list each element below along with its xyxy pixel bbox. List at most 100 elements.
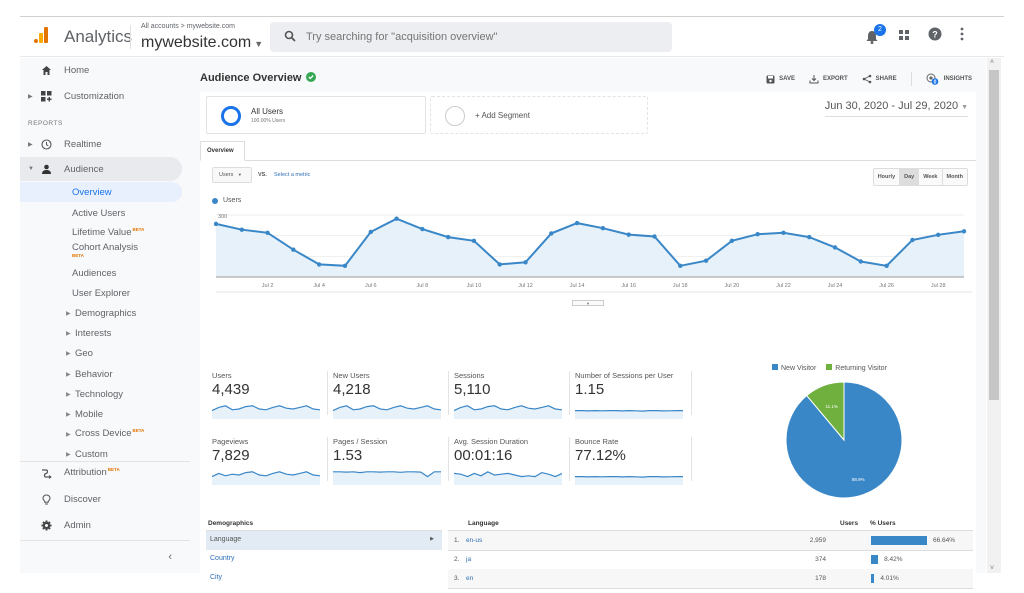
period-month-button[interactable]: Month <box>942 169 967 185</box>
kpi-new-users[interactable]: New Users 4,218 <box>331 371 449 429</box>
sidebar-item-overview[interactable]: Overview <box>20 182 182 202</box>
data-point-jul-20[interactable] <box>729 238 735 244</box>
account-selector[interactable]: mywebsite.com ▼ <box>141 34 263 52</box>
sidebar-item-lifetime-value[interactable]: Lifetime ValueBETA <box>20 223 182 243</box>
users-column-header[interactable]: Users <box>840 520 858 527</box>
sidebar-item-attribution[interactable]: AttributionBETA <box>20 461 182 485</box>
data-point-jul-19[interactable] <box>703 258 709 263</box>
data-point-jun-30[interactable] <box>213 221 219 227</box>
sidebar-item-cohort-analysis[interactable]: Cohort Analysis BETA <box>20 241 182 263</box>
period-day-button[interactable]: Day <box>900 169 920 185</box>
data-point-jul-28[interactable] <box>936 232 941 238</box>
data-point-jul-13[interactable] <box>549 231 554 236</box>
language-link[interactable]: en <box>466 575 473 582</box>
select-metric-link[interactable]: Select a metric <box>274 172 310 178</box>
vertical-scrollbar[interactable]: ˄ ˅ <box>987 58 1001 573</box>
date-range-picker[interactable]: Jun 30, 2020 - Jul 29, 2020 ▼ <box>824 100 968 117</box>
more-vert-icon[interactable] <box>960 27 964 46</box>
data-point-jul-6[interactable] <box>368 229 373 235</box>
sidebar-item-active-users[interactable]: Active Users <box>20 203 182 223</box>
chart-scroll-handle[interactable]: ▼ <box>572 300 604 306</box>
sidebar-item-audiences[interactable]: Audiences <box>20 263 182 283</box>
data-point-jul-1[interactable] <box>239 227 244 232</box>
data-point-jul-9[interactable] <box>445 234 451 240</box>
demographics-item-city[interactable]: City <box>206 569 442 588</box>
sidebar-item-realtime[interactable]: ▶ Realtime <box>20 132 182 156</box>
legend-returning-visitor[interactable]: Returning Visitor <box>826 364 887 372</box>
data-point-jul-2[interactable] <box>265 230 270 235</box>
data-point-jul-10[interactable] <box>471 238 477 244</box>
add-segment-button[interactable]: + Add Segment <box>430 96 648 134</box>
account-breadcrumb[interactable]: All accounts > mywebsite.com <box>141 23 235 30</box>
data-point-jul-21[interactable] <box>755 232 760 237</box>
data-point-jul-24[interactable] <box>832 245 838 250</box>
search-bar[interactable] <box>270 22 672 52</box>
visitor-pie-chart[interactable]: 88.9% 11.1% <box>784 380 904 500</box>
scroll-down-icon[interactable]: ˅ <box>990 565 994 572</box>
notifications-button[interactable]: 2 <box>864 23 886 45</box>
data-point-jul-29[interactable] <box>961 229 967 234</box>
share-button[interactable]: SHARE <box>862 74 897 84</box>
data-point-jul-5[interactable] <box>342 263 348 269</box>
kpi-pageviews[interactable]: Pageviews 7,829 <box>210 437 328 495</box>
kpi-bounce-rate[interactable]: Bounce Rate 77.12% <box>573 437 691 495</box>
sidebar-item-mobile[interactable]: ▶ Mobile <box>20 404 182 424</box>
legend-new-visitor[interactable]: New Visitor <box>772 364 816 372</box>
data-point-jul-15[interactable] <box>600 226 606 231</box>
metric-dropdown[interactable]: Users ▼ <box>212 167 252 183</box>
sidebar-item-behavior[interactable]: ▶ Behavior <box>20 364 182 384</box>
kpi-number-of-sessions-per-user[interactable]: Number of Sessions per User 1.15 <box>573 371 691 429</box>
data-point-jul-27[interactable] <box>910 237 915 243</box>
users-line-chart[interactable]: 100200300Jul 2Jul 4Jul 6Jul 8Jul 10Jul 1… <box>200 205 976 305</box>
sidebar-item-technology[interactable]: ▶ Technology <box>20 384 182 404</box>
data-point-jul-16[interactable] <box>626 232 631 237</box>
kpi-sessions[interactable]: Sessions 5,110 <box>452 371 570 429</box>
data-point-jul-11[interactable] <box>497 262 502 267</box>
period-week-button[interactable]: Week <box>919 169 943 185</box>
table-row[interactable]: 2. ja 374 8.42% <box>448 550 973 569</box>
language-link[interactable]: en-us <box>466 537 482 544</box>
data-point-jul-18[interactable] <box>678 263 683 269</box>
language-column-header[interactable]: Language <box>468 520 499 527</box>
data-point-jul-23[interactable] <box>807 234 812 240</box>
data-point-jul-12[interactable] <box>523 260 528 265</box>
collapse-sidebar-button[interactable]: ‹ <box>168 551 172 563</box>
data-point-jul-8[interactable] <box>420 226 425 232</box>
sidebar-item-discover[interactable]: Discover <box>20 487 182 511</box>
sidebar-item-customization[interactable]: ▶ Customization <box>20 84 182 108</box>
period-hourly-button[interactable]: Hourly <box>873 169 901 185</box>
table-row[interactable]: 3. en 178 4.01% <box>448 569 973 588</box>
sidebar-item-geo[interactable]: ▶ Geo <box>20 343 182 363</box>
kpi-users[interactable]: Users 4,439 <box>210 371 328 429</box>
sidebar-item-home[interactable]: Home <box>20 58 182 82</box>
data-point-jul-7[interactable] <box>394 216 399 221</box>
scrollbar-thumb[interactable] <box>989 70 999 400</box>
sidebar-item-audience[interactable]: ▼ Audience <box>20 157 182 181</box>
help-icon[interactable]: ? <box>928 27 942 46</box>
data-point-jul-3[interactable] <box>291 247 296 252</box>
kpi-avg-session-duration[interactable]: Avg. Session Duration 00:01:16 <box>452 437 570 495</box>
sidebar-item-cross-device[interactable]: ▶ Cross DeviceBETA <box>20 424 182 444</box>
data-point-jul-26[interactable] <box>884 263 889 269</box>
search-input[interactable] <box>306 28 656 46</box>
data-point-jul-22[interactable] <box>781 230 786 235</box>
sidebar-item-interests[interactable]: ▶ Interests <box>20 323 182 343</box>
sidebar-item-admin[interactable]: Admin <box>20 513 182 537</box>
data-point-jul-14[interactable] <box>574 220 580 226</box>
sidebar-item-demographics[interactable]: ▶ Demographics <box>20 303 182 323</box>
scroll-up-icon[interactable]: ˄ <box>990 59 994 66</box>
sidebar-item-user-explorer[interactable]: User Explorer <box>20 283 182 303</box>
demographics-item-country[interactable]: Country <box>206 550 442 569</box>
segment-all-users[interactable]: All Users 100.00% Users <box>206 96 426 134</box>
data-point-jul-17[interactable] <box>652 234 657 239</box>
export-button[interactable]: EXPORT <box>809 74 848 84</box>
apps-grid-icon[interactable] <box>898 28 910 46</box>
save-button[interactable]: SAVE <box>766 75 795 84</box>
data-point-jul-25[interactable] <box>858 259 864 264</box>
tab-overview[interactable]: Overview <box>200 141 245 161</box>
pct-users-column-header[interactable]: % Users <box>870 520 896 527</box>
table-row[interactable]: 1. en-us 2,959 66.64% <box>448 531 973 550</box>
demographics-item-language[interactable]: Language ▶ <box>206 531 442 550</box>
language-link[interactable]: ja <box>466 556 471 563</box>
analytics-logo-icon[interactable] <box>34 27 50 43</box>
